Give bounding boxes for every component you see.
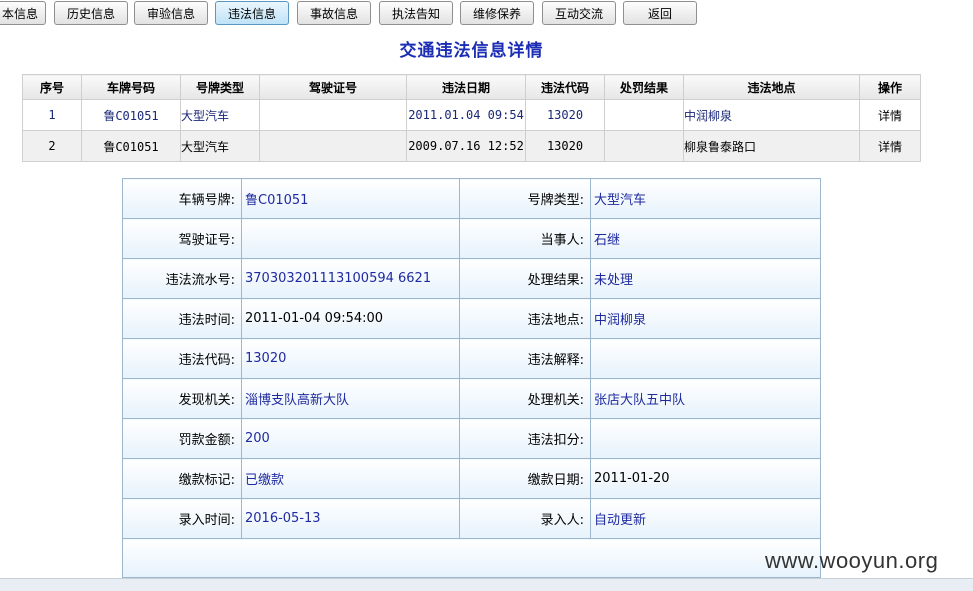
detail-link[interactable]: 详情 [859,99,921,131]
label-license: 驾驶证号: [122,218,242,259]
detail-row: 缴款标记: 已缴款 缴款日期: 2011-01-20 [122,458,821,499]
detail-row: 车辆号牌: 鲁C01051 号牌类型: 大型汽车 [122,178,821,219]
label-plate: 车辆号牌: [122,178,242,219]
value-place: 中润柳泉 [590,298,821,339]
col-header-plate-type: 号牌类型 [180,74,260,100]
value-payment-flag: 已缴款 [241,458,460,499]
value-discovering-authority: 淄博支队高新大队 [241,378,460,419]
col-header-license: 驾驶证号 [259,74,407,100]
browser-status-bar [0,578,973,591]
col-header-action: 操作 [859,74,921,100]
value-plate: 鲁C01051 [241,178,460,219]
col-header-result: 处罚结果 [604,74,684,100]
detail-row: 违法时间: 2011-01-04 09:54:00 违法地点: 中润柳泉 [122,298,821,339]
label-explanation: 违法解释: [459,338,591,379]
value-code: 13020 [241,338,460,379]
label-serial: 违法流水号: [122,258,242,299]
value-serial: 370303201113100594 6621 [241,258,460,299]
cell-date: 2009.07.16 12:52 [406,130,526,162]
tab-accident-info[interactable]: 事故信息 [297,1,371,25]
back-button[interactable]: 返回 [623,1,697,25]
cell-code: 13020 [525,99,605,131]
detail-row-empty [122,538,821,578]
detail-row: 违法流水号: 370303201113100594 6621 处理结果: 未处理 [122,258,821,299]
value-plate-type: 大型汽车 [590,178,821,219]
label-entry-time: 录入时间: [122,498,242,539]
table-row[interactable]: 1 鲁C01051 大型汽车 2011.01.04 09:54 13020 中润… [22,99,921,131]
value-points [590,418,821,459]
cell-plate-type: 大型汽车 [180,99,260,131]
cell-plate: 鲁C01051 [81,130,181,162]
value-party: 石继 [590,218,821,259]
col-header-date: 违法日期 [406,74,526,100]
tab-maintenance[interactable]: 维修保养 [460,1,534,25]
cell-plate: 鲁C01051 [81,99,181,131]
label-handling-authority: 处理机关: [459,378,591,419]
violation-table: 序号 车牌号码 号牌类型 驾驶证号 违法日期 违法代码 处罚结果 违法地点 操作… [22,74,921,162]
detail-row: 发现机关: 淄博支队高新大队 处理机关: 张店大队五中队 [122,378,821,419]
value-explanation [590,338,821,379]
tab-enforcement-notice[interactable]: 执法告知 [379,1,453,25]
detail-link[interactable]: 详情 [859,130,921,162]
value-result: 未处理 [590,258,821,299]
table-row[interactable]: 2 鲁C01051 大型汽车 2009.07.16 12:52 13020 柳泉… [22,130,921,162]
tab-interaction[interactable]: 互动交流 [542,1,616,25]
label-discovering-authority: 发现机关: [122,378,242,419]
tab-inspection-info[interactable]: 审验信息 [134,1,208,25]
detail-row: 违法代码: 13020 违法解释: [122,338,821,379]
table-header-row: 序号 车牌号码 号牌类型 驾驶证号 违法日期 违法代码 处罚结果 违法地点 操作 [22,74,921,100]
col-header-plate: 车牌号码 [81,74,181,100]
detail-row: 罚款金额: 200 违法扣分: [122,418,821,459]
col-header-no: 序号 [22,74,82,100]
detail-row: 驾驶证号: 当事人: 石继 [122,218,821,259]
label-place: 违法地点: [459,298,591,339]
value-license [241,218,460,259]
value-fine: 200 [241,418,460,459]
cell-no: 1 [22,99,82,131]
label-payment-flag: 缴款标记: [122,458,242,499]
cell-license [259,99,407,131]
cell-plate-type: 大型汽车 [180,130,260,162]
detail-row: 录入时间: 2016-05-13 录入人: 自动更新 [122,498,821,539]
tab-violation-info[interactable]: 违法信息 [215,1,289,25]
label-fine: 罚款金额: [122,418,242,459]
value-entry-time: 2016-05-13 [241,498,460,539]
label-time: 违法时间: [122,298,242,339]
label-entered-by: 录入人: [459,498,591,539]
col-header-code: 违法代码 [525,74,605,100]
label-payment-date: 缴款日期: [459,458,591,499]
page-title: 交通违法信息详情 [399,41,544,61]
label-code: 违法代码: [122,338,242,379]
cell-place: 中润柳泉 [683,99,860,131]
tab-bar: 本信息 历史信息 审验信息 违法信息 事故信息 执法告知 维修保养 互动交流 返… [0,0,973,28]
cell-license [259,130,407,162]
value-entered-by: 自动更新 [590,498,821,539]
detail-footer-cell [122,538,821,578]
cell-code: 13020 [525,130,605,162]
cell-result [604,99,684,131]
label-party: 当事人: [459,218,591,259]
label-plate-type: 号牌类型: [459,178,591,219]
value-time: 2011-01-04 09:54:00 [241,298,460,339]
violation-detail-table: 车辆号牌: 鲁C01051 号牌类型: 大型汽车 驾驶证号: 当事人: 石继 违… [122,178,821,578]
value-payment-date: 2011-01-20 [590,458,821,499]
tab-basic-info[interactable]: 本信息 [0,1,46,25]
col-header-place: 违法地点 [683,74,860,100]
watermark: www.wooyun.org [765,548,939,573]
tab-history-info[interactable]: 历史信息 [54,1,128,25]
cell-place: 柳泉鲁泰路口 [683,130,860,162]
label-points: 违法扣分: [459,418,591,459]
cell-no: 2 [22,130,82,162]
value-handling-authority: 张店大队五中队 [590,378,821,419]
cell-date: 2011.01.04 09:54 [406,99,526,131]
cell-result [604,130,684,162]
label-result: 处理结果: [459,258,591,299]
